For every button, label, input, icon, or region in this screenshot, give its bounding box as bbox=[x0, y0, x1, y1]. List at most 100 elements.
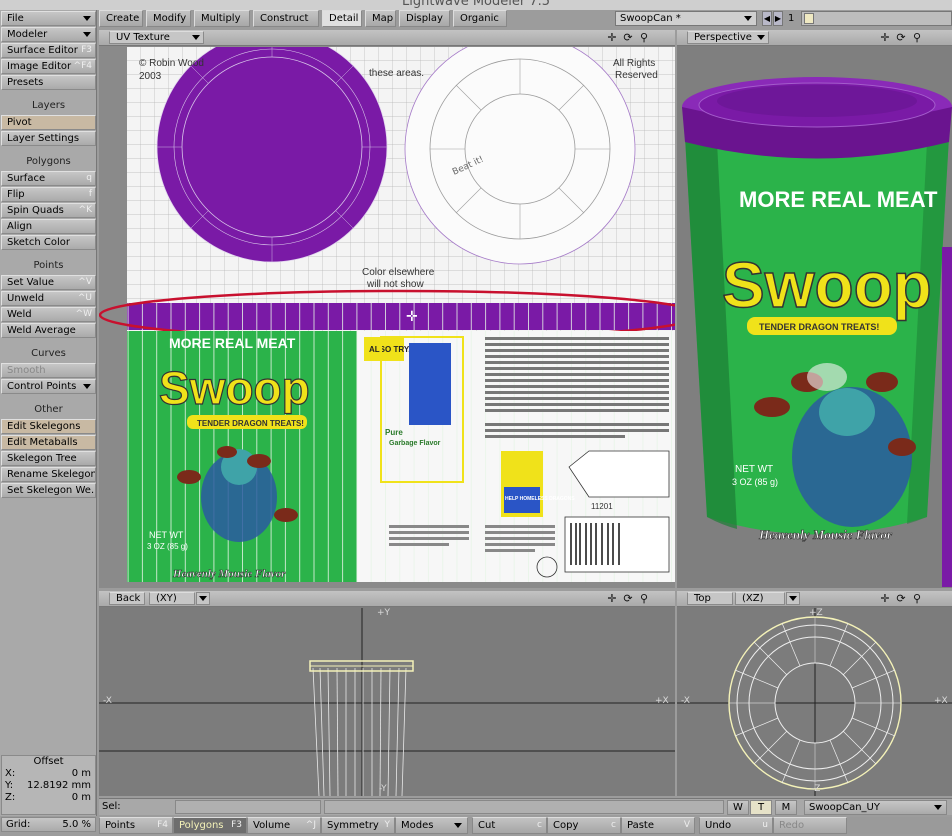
view-type-label: Back bbox=[116, 593, 141, 604]
symmetry-button[interactable]: Symmetry Y bbox=[321, 817, 395, 834]
chevron-down-icon[interactable] bbox=[196, 592, 210, 605]
copy-button[interactable]: Copy c bbox=[547, 817, 621, 834]
move-view-icon[interactable]: ✛ bbox=[877, 31, 893, 44]
layer-buttons[interactable] bbox=[801, 11, 952, 26]
set-value-button[interactable]: Set Value ^V bbox=[1, 275, 96, 290]
texture-coord-button[interactable]: T bbox=[750, 800, 772, 815]
tab-construct[interactable]: Construct bbox=[253, 10, 319, 27]
spin-quads-button[interactable]: Spin Quads ^K bbox=[1, 203, 96, 218]
label-more-real-meat: MORE REAL MEAT bbox=[169, 335, 296, 351]
view-type-select[interactable]: Back bbox=[109, 592, 145, 605]
tab-create[interactable]: Create bbox=[99, 10, 143, 27]
vmap-select[interactable]: SwoopCan_UY bbox=[804, 800, 947, 815]
tab-map[interactable]: Map bbox=[365, 10, 396, 27]
zoom-view-icon[interactable]: ⚲ bbox=[909, 31, 925, 44]
surface-editor-button[interactable]: Surface Editor F3 bbox=[1, 43, 96, 58]
move-view-icon[interactable]: ✛ bbox=[604, 592, 620, 605]
weld-average-button[interactable]: Weld Average bbox=[1, 323, 96, 338]
world-coord-button[interactable]: W bbox=[727, 800, 749, 815]
points-mode-button[interactable]: Points F4 bbox=[99, 817, 173, 834]
paste-button[interactable]: Paste V bbox=[621, 817, 695, 834]
symmetry-label: Symmetry bbox=[327, 820, 379, 831]
modeler-menu[interactable]: Modeler bbox=[1, 27, 96, 42]
view-type-label: Perspective bbox=[694, 32, 752, 43]
redo-button[interactable]: Redo bbox=[773, 817, 847, 834]
surface-button[interactable]: Surface q bbox=[1, 171, 96, 186]
rotate-view-icon[interactable]: ⟳ bbox=[620, 592, 636, 605]
surface-label: Surface bbox=[7, 173, 46, 184]
tab-modify[interactable]: Modify bbox=[146, 10, 191, 27]
zoom-view-icon[interactable]: ⚲ bbox=[636, 31, 652, 44]
edit-skelegons-button[interactable]: Edit Skelegons bbox=[1, 419, 96, 434]
zoom-view-icon[interactable]: ⚲ bbox=[909, 592, 925, 605]
can-net-wt-amount: 3 OZ (85 g) bbox=[732, 477, 778, 487]
tab-organic[interactable]: Organic bbox=[453, 10, 507, 27]
top-canvas[interactable]: +Z -X +X -Z bbox=[677, 608, 952, 796]
top-wireframe bbox=[677, 608, 952, 796]
rename-skelegon-button[interactable]: Rename Skelegon bbox=[1, 467, 96, 482]
pivot-button[interactable]: Pivot bbox=[1, 115, 96, 130]
will-not-show-text: will not show bbox=[366, 279, 424, 290]
edit-metaballs-button[interactable]: Edit Metaballs bbox=[1, 435, 96, 450]
prev-layer-icon[interactable]: ◀ bbox=[762, 11, 772, 26]
shortcut: ^U bbox=[77, 293, 92, 303]
chevron-down-icon bbox=[757, 35, 765, 40]
move-view-icon[interactable]: ✛ bbox=[877, 592, 893, 605]
sketch-color-button[interactable]: Sketch Color bbox=[1, 235, 96, 250]
viewport-controls: ✛ ⟳ ⚲ bbox=[604, 31, 652, 44]
volume-mode-button[interactable]: Volume ^J bbox=[247, 817, 321, 834]
offset-z: Z: 0 m bbox=[2, 792, 95, 804]
uv-canvas[interactable]: Beat it! © Robin Wood 2003 these areas. … bbox=[99, 31, 675, 588]
image-editor-button[interactable]: Image Editor ^F4 bbox=[1, 59, 96, 74]
presets-button[interactable]: Presets bbox=[1, 75, 96, 90]
viewport-back[interactable]: Back (XY) ✛ ⟳ ⚲ +Y -X +X -Y bbox=[99, 591, 675, 796]
undo-button[interactable]: Undo u bbox=[699, 817, 773, 834]
tab-detail[interactable]: Detail bbox=[322, 10, 362, 27]
tab-display[interactable]: Display bbox=[399, 10, 450, 27]
view-axes-label[interactable]: (XZ) bbox=[735, 592, 785, 605]
viewport-header: Top (XZ) ✛ ⟳ ⚲ bbox=[677, 591, 952, 607]
these-areas-text: these areas. bbox=[369, 68, 424, 79]
unweld-button[interactable]: Unweld ^U bbox=[1, 291, 96, 306]
rotate-view-icon[interactable]: ⟳ bbox=[620, 31, 636, 44]
back-canvas[interactable]: +Y -X +X -Y bbox=[99, 608, 675, 796]
skelegon-tree-button[interactable]: Skelegon Tree bbox=[1, 451, 96, 466]
object-selector[interactable]: SwoopCan * bbox=[615, 11, 757, 26]
flip-button[interactable]: Flip f bbox=[1, 187, 96, 202]
can-tagline: TENDER DRAGON TREATS! bbox=[759, 322, 879, 332]
perspective-canvas[interactable]: MORE REAL MEAT Swoop TENDER DRAGON TREAT… bbox=[677, 47, 952, 588]
weld-button[interactable]: Weld ^W bbox=[1, 307, 96, 322]
layer-settings-button[interactable]: Layer Settings bbox=[1, 131, 96, 146]
chevron-down-icon[interactable] bbox=[786, 592, 800, 605]
view-type-select[interactable]: Top bbox=[687, 592, 733, 605]
set-skelegon-weight-button[interactable]: Set Skelegon We… bbox=[1, 483, 96, 498]
view-axes-label[interactable]: (XY) bbox=[149, 592, 195, 605]
axis-plus-y: +Y bbox=[377, 608, 391, 618]
shortcut: ^K bbox=[78, 205, 92, 215]
viewport-top[interactable]: Top (XZ) ✛ ⟳ ⚲ +Z -X +X -Z bbox=[677, 591, 952, 796]
rotate-view-icon[interactable]: ⟳ bbox=[893, 592, 909, 605]
smooth-button[interactable]: Smooth bbox=[1, 363, 96, 378]
view-type-select[interactable]: Perspective bbox=[687, 31, 769, 44]
zoom-view-icon[interactable]: ⚲ bbox=[636, 592, 652, 605]
rotate-view-icon[interactable]: ⟳ bbox=[893, 31, 909, 44]
axes-text: (XZ) bbox=[742, 593, 764, 604]
file-menu[interactable]: File bbox=[1, 11, 96, 26]
view-type-select[interactable]: UV Texture bbox=[109, 31, 204, 44]
tab-multiply[interactable]: Multiply bbox=[194, 10, 250, 27]
layer-1-slot[interactable] bbox=[804, 13, 814, 24]
control-points-menu[interactable]: Control Points bbox=[1, 379, 96, 394]
next-layer-icon[interactable]: ▶ bbox=[773, 11, 783, 26]
shortcut: V bbox=[683, 820, 690, 830]
viewport-uv-texture[interactable]: UV Texture ✛ ⟳ ⚲ Beat it! © Robin Wood 2… bbox=[99, 30, 675, 588]
move-view-icon[interactable]: ✛ bbox=[604, 31, 620, 44]
undo-label: Undo bbox=[705, 820, 732, 831]
modes-menu[interactable]: Modes bbox=[395, 817, 468, 834]
shortcut: ^V bbox=[78, 277, 92, 287]
weld-label: Weld bbox=[7, 309, 32, 320]
viewport-perspective[interactable]: Perspective ✛ ⟳ ⚲ MORE REAL MEAT Swoop TEN… bbox=[677, 30, 952, 588]
morph-button[interactable]: M bbox=[775, 800, 797, 815]
polygons-mode-button[interactable]: Polygons F3 bbox=[173, 817, 247, 834]
align-button[interactable]: Align bbox=[1, 219, 96, 234]
cut-button[interactable]: Cut c bbox=[472, 817, 547, 834]
